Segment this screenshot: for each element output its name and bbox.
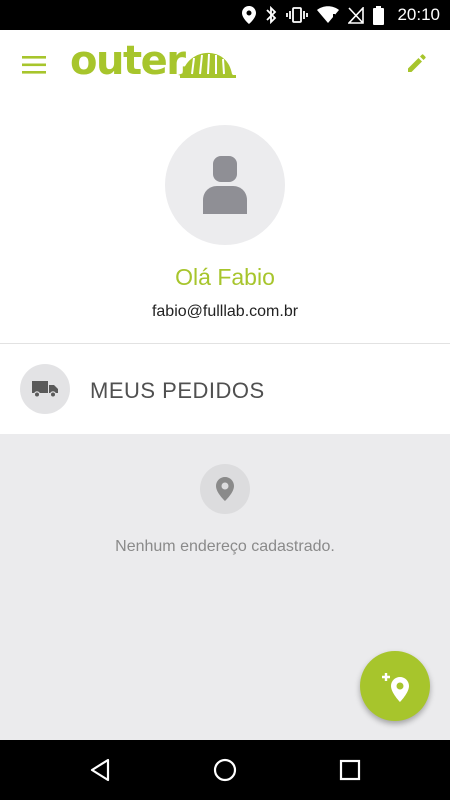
avatar[interactable] bbox=[165, 125, 285, 245]
profile-section: Olá Fabio fabio@fulllab.com.br bbox=[0, 100, 450, 343]
add-location-icon bbox=[382, 673, 409, 702]
home-circle-icon bbox=[213, 758, 237, 782]
battery-icon bbox=[373, 5, 385, 25]
status-bar: 20:10 bbox=[0, 0, 450, 30]
my-orders-label: MEUS PEDIDOS bbox=[90, 378, 265, 403]
status-time: 20:10 bbox=[397, 5, 440, 24]
recents-button[interactable] bbox=[336, 756, 364, 784]
hamburger-menu-icon bbox=[22, 56, 46, 74]
menu-button[interactable] bbox=[18, 52, 52, 78]
recents-square-icon bbox=[339, 759, 361, 781]
armadillo-logo-icon bbox=[178, 52, 236, 78]
logo: outer. bbox=[70, 38, 240, 86]
add-address-button[interactable] bbox=[360, 651, 430, 721]
logo-text: outer. bbox=[70, 38, 194, 84]
home-button[interactable] bbox=[211, 756, 239, 784]
my-orders-row[interactable]: MEUS PEDIDOS bbox=[0, 344, 450, 434]
wifi-icon bbox=[317, 6, 340, 23]
user-email: fabio@fulllab.com.br bbox=[151, 303, 299, 320]
pin-circle bbox=[200, 464, 250, 514]
bluetooth-icon bbox=[266, 6, 277, 24]
person-icon bbox=[203, 156, 247, 214]
navigation-bar bbox=[0, 740, 450, 800]
back-triangle-icon bbox=[90, 758, 110, 782]
app-bar: outer. bbox=[0, 30, 450, 100]
truck-icon bbox=[32, 381, 58, 398]
pencil-icon bbox=[408, 54, 426, 72]
vibrate-icon bbox=[286, 7, 309, 23]
edit-profile-button[interactable] bbox=[406, 52, 432, 78]
location-pin-icon bbox=[216, 477, 234, 501]
empty-address-message: Nenhum endereço cadastrado. bbox=[115, 538, 335, 555]
orders-icon-circle bbox=[20, 364, 70, 414]
back-button[interactable] bbox=[86, 756, 114, 784]
location-icon bbox=[242, 6, 257, 24]
greeting: Olá Fabio bbox=[175, 264, 275, 290]
no-signal-icon bbox=[348, 6, 365, 24]
